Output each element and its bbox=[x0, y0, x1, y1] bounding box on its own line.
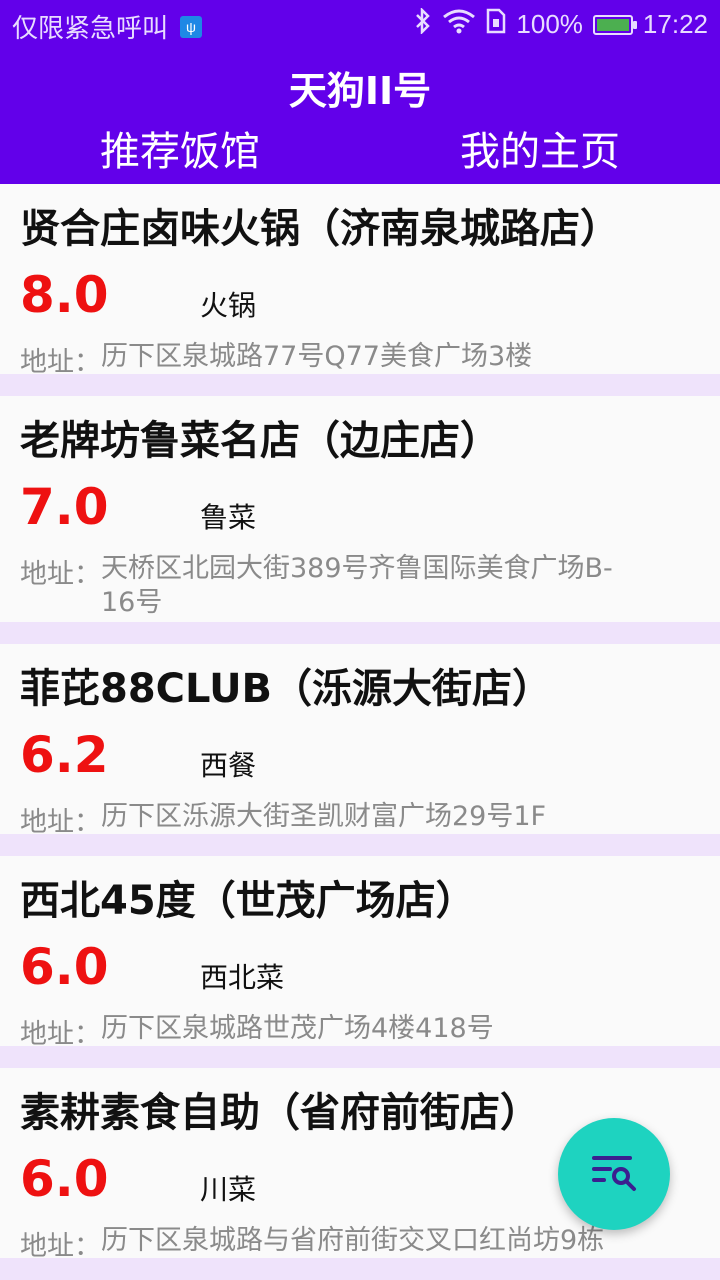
restaurant-cuisine: 西餐 bbox=[200, 749, 257, 782]
bluetooth-icon bbox=[414, 6, 432, 41]
restaurant-address: 地址： 历下区泉城路77号Q77美食广场3楼 bbox=[20, 340, 641, 379]
restaurant-name: 西北45度（世茂广场店） bbox=[20, 878, 476, 924]
restaurant-name: 素耕素食自助（省府前街店） bbox=[20, 1090, 540, 1136]
address-value: 历下区泺源大街圣凯财富广场29号1F bbox=[101, 801, 547, 832]
address-label: 地址： bbox=[20, 1231, 101, 1262]
address-label: 地址： bbox=[20, 347, 101, 378]
restaurant-card[interactable]: 菲芘88CLUB（泺源大街店） 6.2 西餐 地址： 历下区泺源大街圣凯财富广场… bbox=[0, 644, 720, 856]
restaurant-card[interactable]: 老牌坊鲁菜名店（边庄店） 7.0 鲁菜 地址： 天桥区北园大街389号齐鲁国际美… bbox=[0, 396, 720, 644]
restaurant-score: 8.0 bbox=[20, 266, 109, 324]
battery-percent: 100% bbox=[516, 9, 583, 39]
restaurant-name: 老牌坊鲁菜名店（边庄店） bbox=[20, 418, 500, 464]
address-label: 地址： bbox=[20, 807, 101, 838]
status-bar: 仅限紧急呼叫 ψ 100% 17:22 bbox=[0, 0, 720, 48]
restaurant-card[interactable]: 西北45度（世茂广场店） 6.0 西北菜 地址： 历下区泉城路世茂广场4楼418… bbox=[0, 856, 720, 1068]
restaurant-cuisine: 鲁菜 bbox=[200, 501, 257, 534]
address-value: 历下区泉城路与省府前街交叉口红尚坊9栋 bbox=[101, 1225, 605, 1256]
wifi-icon bbox=[442, 8, 476, 41]
tab-bar: 推荐饭馆 我的主页 bbox=[0, 126, 720, 184]
restaurant-cuisine: 川菜 bbox=[200, 1173, 257, 1206]
search-list-icon bbox=[590, 1152, 638, 1196]
address-label: 地址： bbox=[20, 559, 101, 590]
restaurant-score: 6.0 bbox=[20, 1150, 109, 1208]
restaurant-cuisine: 西北菜 bbox=[200, 961, 285, 994]
restaurant-score: 6.0 bbox=[20, 938, 109, 996]
address-label: 地址： bbox=[20, 1019, 101, 1050]
address-value: 历下区泉城路世茂广场4楼418号 bbox=[101, 1013, 494, 1044]
battery-icon bbox=[592, 14, 637, 35]
restaurant-cuisine: 火锅 bbox=[200, 289, 257, 322]
carrier-text: 仅限紧急呼叫 bbox=[12, 13, 169, 43]
app-title: 天狗II号 bbox=[288, 69, 432, 113]
usb-debug-icon: ψ bbox=[180, 15, 203, 38]
restaurant-name: 菲芘88CLUB（泺源大街店） bbox=[20, 666, 553, 712]
restaurant-list: 贤合庄卤味火锅（济南泉城路店） 8.0 火锅 地址： 历下区泉城路77号Q77美… bbox=[0, 184, 720, 1280]
restaurant-address: 地址： 天桥区北园大街389号齐鲁国际美食广场B-16号 bbox=[20, 552, 641, 620]
address-value: 历下区泉城路77号Q77美食广场3楼 bbox=[101, 341, 533, 372]
restaurant-score: 7.0 bbox=[20, 478, 109, 536]
app-bar: 天狗II号 推荐饭馆 我的主页 bbox=[0, 48, 720, 184]
tab-recommended-restaurants[interactable]: 推荐饭馆 bbox=[0, 126, 360, 184]
restaurant-address: 地址： 历下区泉城路世茂广场4楼418号 bbox=[20, 1012, 641, 1051]
restaurant-address: 地址： 历下区泺源大街圣凯财富广场29号1F bbox=[20, 800, 641, 839]
sim-card-icon bbox=[486, 8, 506, 41]
address-value: 天桥区北园大街389号齐鲁国际美食广场B-16号 bbox=[101, 553, 613, 618]
search-list-button[interactable] bbox=[558, 1118, 670, 1230]
restaurant-name: 贤合庄卤味火锅（济南泉城路店） bbox=[20, 206, 620, 252]
tab-my-homepage[interactable]: 我的主页 bbox=[360, 126, 720, 184]
restaurant-address: 地址： 历下区泉城路与省府前街交叉口红尚坊9栋 bbox=[20, 1224, 641, 1263]
clock-time: 17:22 bbox=[642, 9, 708, 39]
restaurant-card[interactable]: 贤合庄卤味火锅（济南泉城路店） 8.0 火锅 地址： 历下区泉城路77号Q77美… bbox=[0, 184, 720, 396]
restaurant-score: 6.2 bbox=[20, 726, 109, 784]
